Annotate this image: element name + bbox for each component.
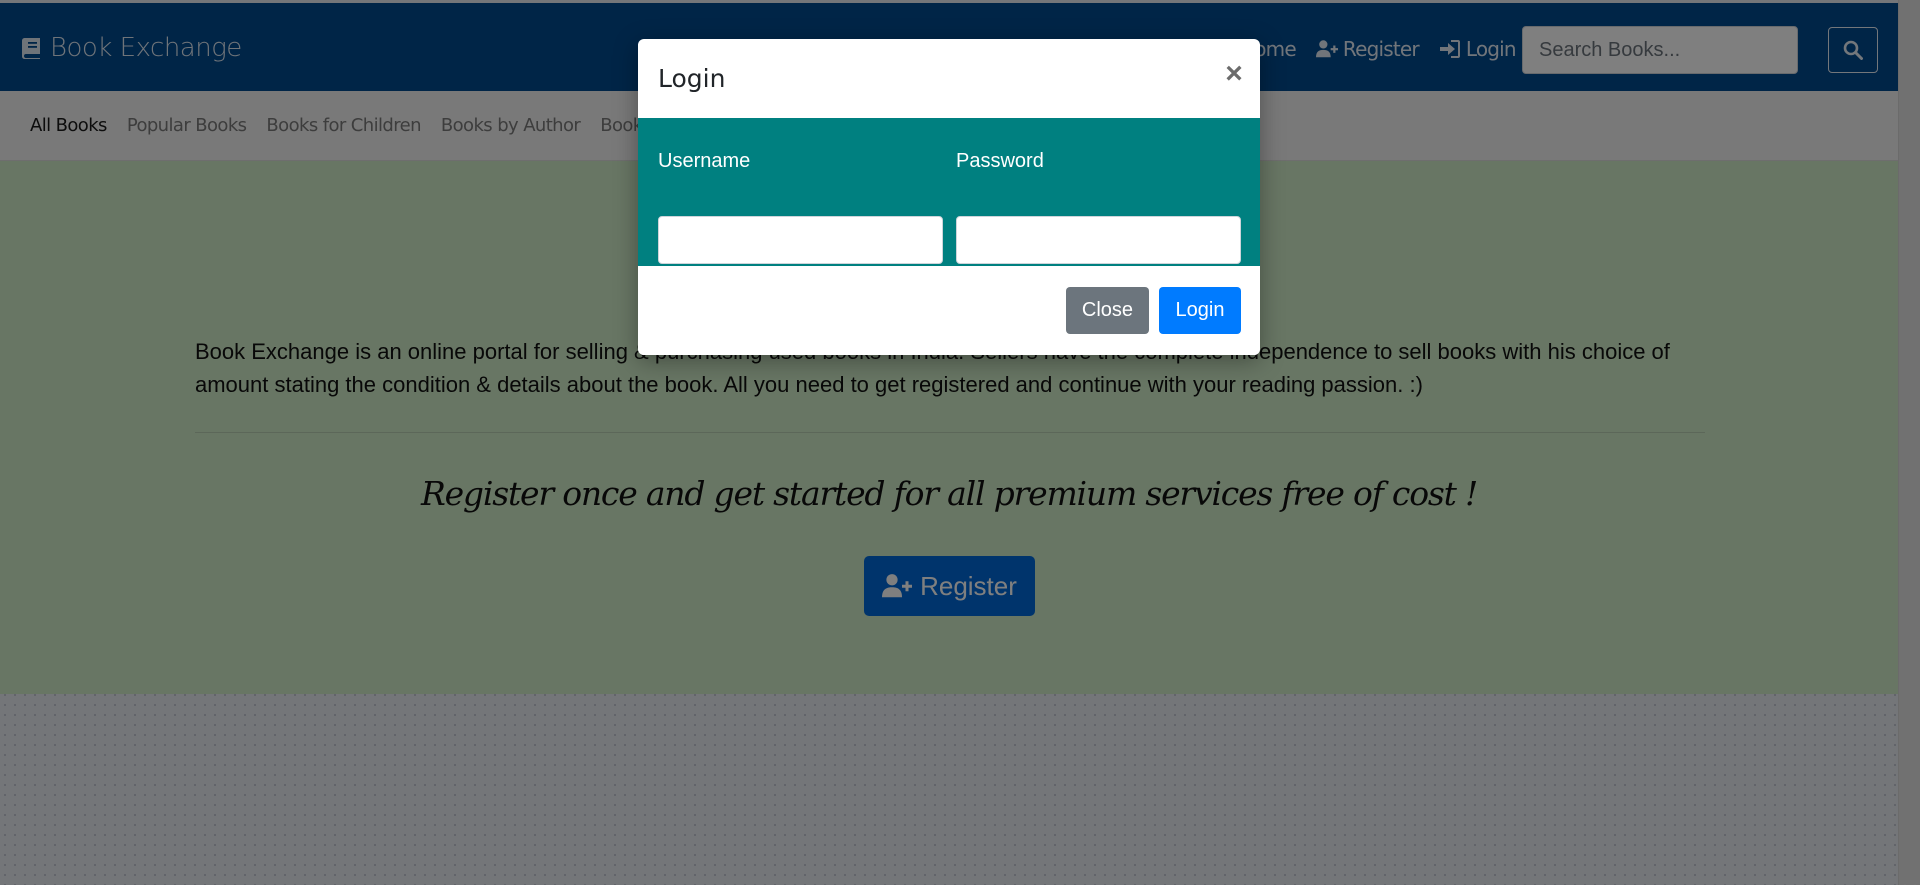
modal-close-icon[interactable]: ×	[1221, 59, 1247, 89]
modal-body: Username Password	[638, 118, 1260, 266]
close-button[interactable]: Close	[1066, 287, 1149, 334]
login-button[interactable]: Login	[1159, 287, 1241, 334]
modal-title: Login	[658, 64, 726, 93]
login-modal: Login × Username Password Close Login	[638, 39, 1260, 355]
password-field[interactable]	[956, 216, 1241, 264]
modal-header: Login ×	[638, 39, 1260, 118]
password-label: Password	[956, 150, 1044, 172]
username-label: Username	[658, 150, 751, 172]
username-field[interactable]	[658, 216, 943, 264]
modal-footer: Close Login	[638, 266, 1260, 355]
